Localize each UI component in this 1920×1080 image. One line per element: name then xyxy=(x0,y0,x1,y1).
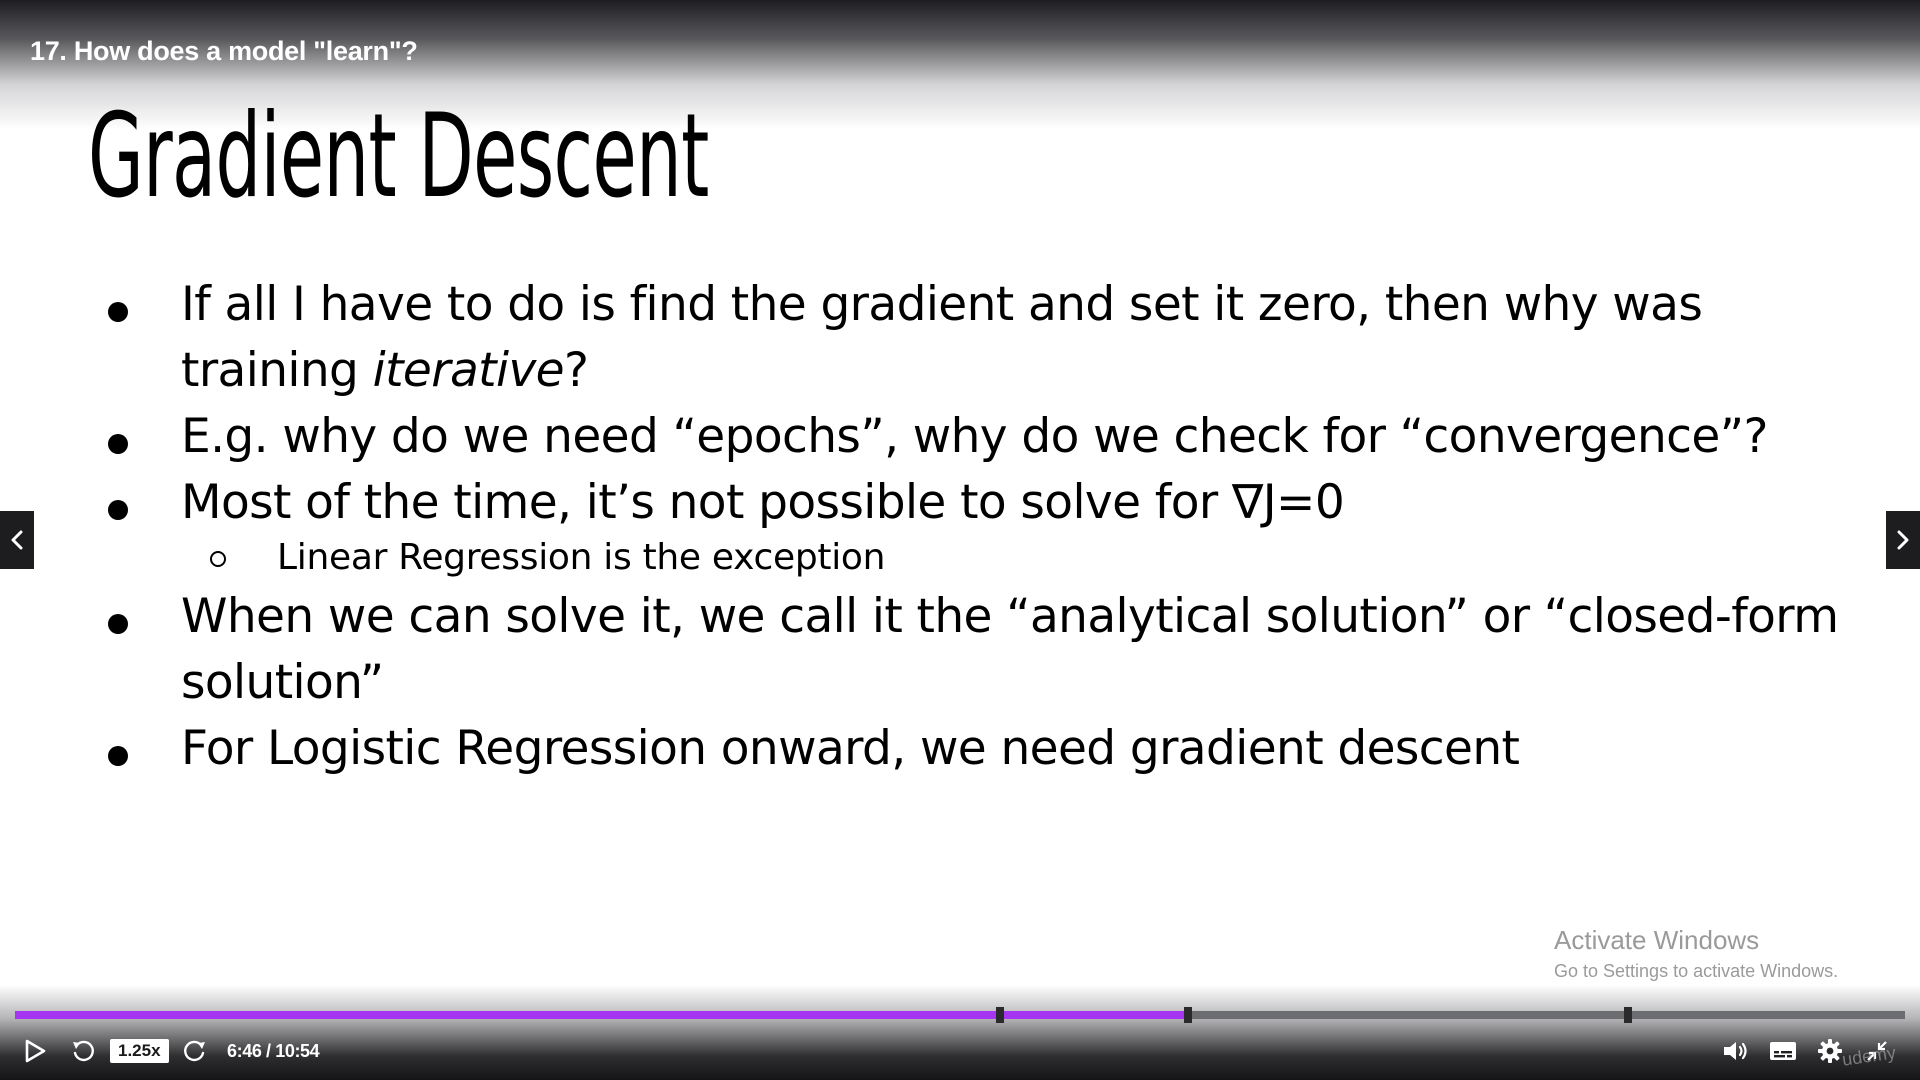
chevron-left-icon xyxy=(11,530,23,550)
progress-bar-fill xyxy=(15,1011,1188,1019)
time-display: 6:46 / 10:54 xyxy=(227,1041,320,1061)
progress-bar[interactable] xyxy=(15,1007,1905,1023)
slide-heading: Gradient Descent xyxy=(88,89,709,224)
chapter-marker[interactable] xyxy=(1624,1007,1632,1023)
bullet-dot-icon xyxy=(108,500,128,520)
captions-icon xyxy=(1770,1042,1796,1060)
bullet-italic-text: iterative xyxy=(372,343,565,398)
captions-button[interactable] xyxy=(1766,1036,1800,1066)
bullet-item: For Logistic Regression onward, we need … xyxy=(100,716,1860,782)
bullet-dot-icon xyxy=(108,302,128,322)
slide-bullet-list: If all I have to do is find the gradient… xyxy=(100,272,1860,782)
bullet-text: For Logistic Regression onward, we need … xyxy=(181,721,1520,776)
bullet-item: When we can solve it, we call it the “an… xyxy=(100,584,1860,716)
rewind-icon xyxy=(73,1040,94,1062)
rewind-5-seconds-button[interactable] xyxy=(68,1036,98,1066)
previous-lecture-button[interactable] xyxy=(0,511,34,569)
player-controls: 1.25x 6:46 / 10:54 xyxy=(0,1036,1920,1066)
bullet-item: If all I have to do is find the gradient… xyxy=(100,272,1860,404)
sub-bullet-item: Linear Regression is the exception xyxy=(100,532,1860,584)
chapter-marker[interactable] xyxy=(1184,1007,1192,1023)
sub-bullet-text: Linear Regression is the exception xyxy=(277,537,886,578)
activate-windows-watermark: Activate Windows Go to Settings to activ… xyxy=(1554,924,1838,984)
bullet-text: Most of the time, it’s not possible to s… xyxy=(181,475,1345,530)
sub-bullet-circle-icon xyxy=(210,551,226,567)
bullet-text-end: ? xyxy=(563,343,589,398)
forward-icon xyxy=(184,1040,205,1062)
bullet-text: When we can solve it, we call it the “an… xyxy=(181,589,1839,710)
next-lecture-button[interactable] xyxy=(1886,511,1920,569)
volume-icon xyxy=(1724,1042,1747,1060)
activate-windows-title: Activate Windows xyxy=(1554,925,1760,955)
video-player[interactable]: 17. How does a model "learn"? Gradient D… xyxy=(0,0,1920,1080)
bullet-item: E.g. why do we need “epochs”, why do we … xyxy=(100,404,1860,470)
chevron-right-icon xyxy=(1897,530,1909,550)
play-button[interactable] xyxy=(20,1036,50,1066)
playback-speed-button[interactable]: 1.25x xyxy=(110,1039,169,1063)
activate-windows-subtitle: Go to Settings to activate Windows. xyxy=(1554,961,1839,981)
bullet-text: E.g. why do we need “epochs”, why do we … xyxy=(181,409,1768,464)
volume-button[interactable] xyxy=(1720,1036,1752,1066)
settings-icon xyxy=(1818,1039,1842,1063)
bullet-dot-icon xyxy=(108,434,128,454)
play-icon xyxy=(25,1039,46,1063)
chapter-marker[interactable] xyxy=(996,1007,1004,1023)
lecture-title: 17. How does a model "learn"? xyxy=(30,36,418,66)
bullet-item: Most of the time, it’s not possible to s… xyxy=(100,470,1860,536)
forward-5-seconds-button[interactable] xyxy=(180,1036,210,1066)
bullet-dot-icon xyxy=(108,746,128,766)
bullet-dot-icon xyxy=(108,614,128,634)
